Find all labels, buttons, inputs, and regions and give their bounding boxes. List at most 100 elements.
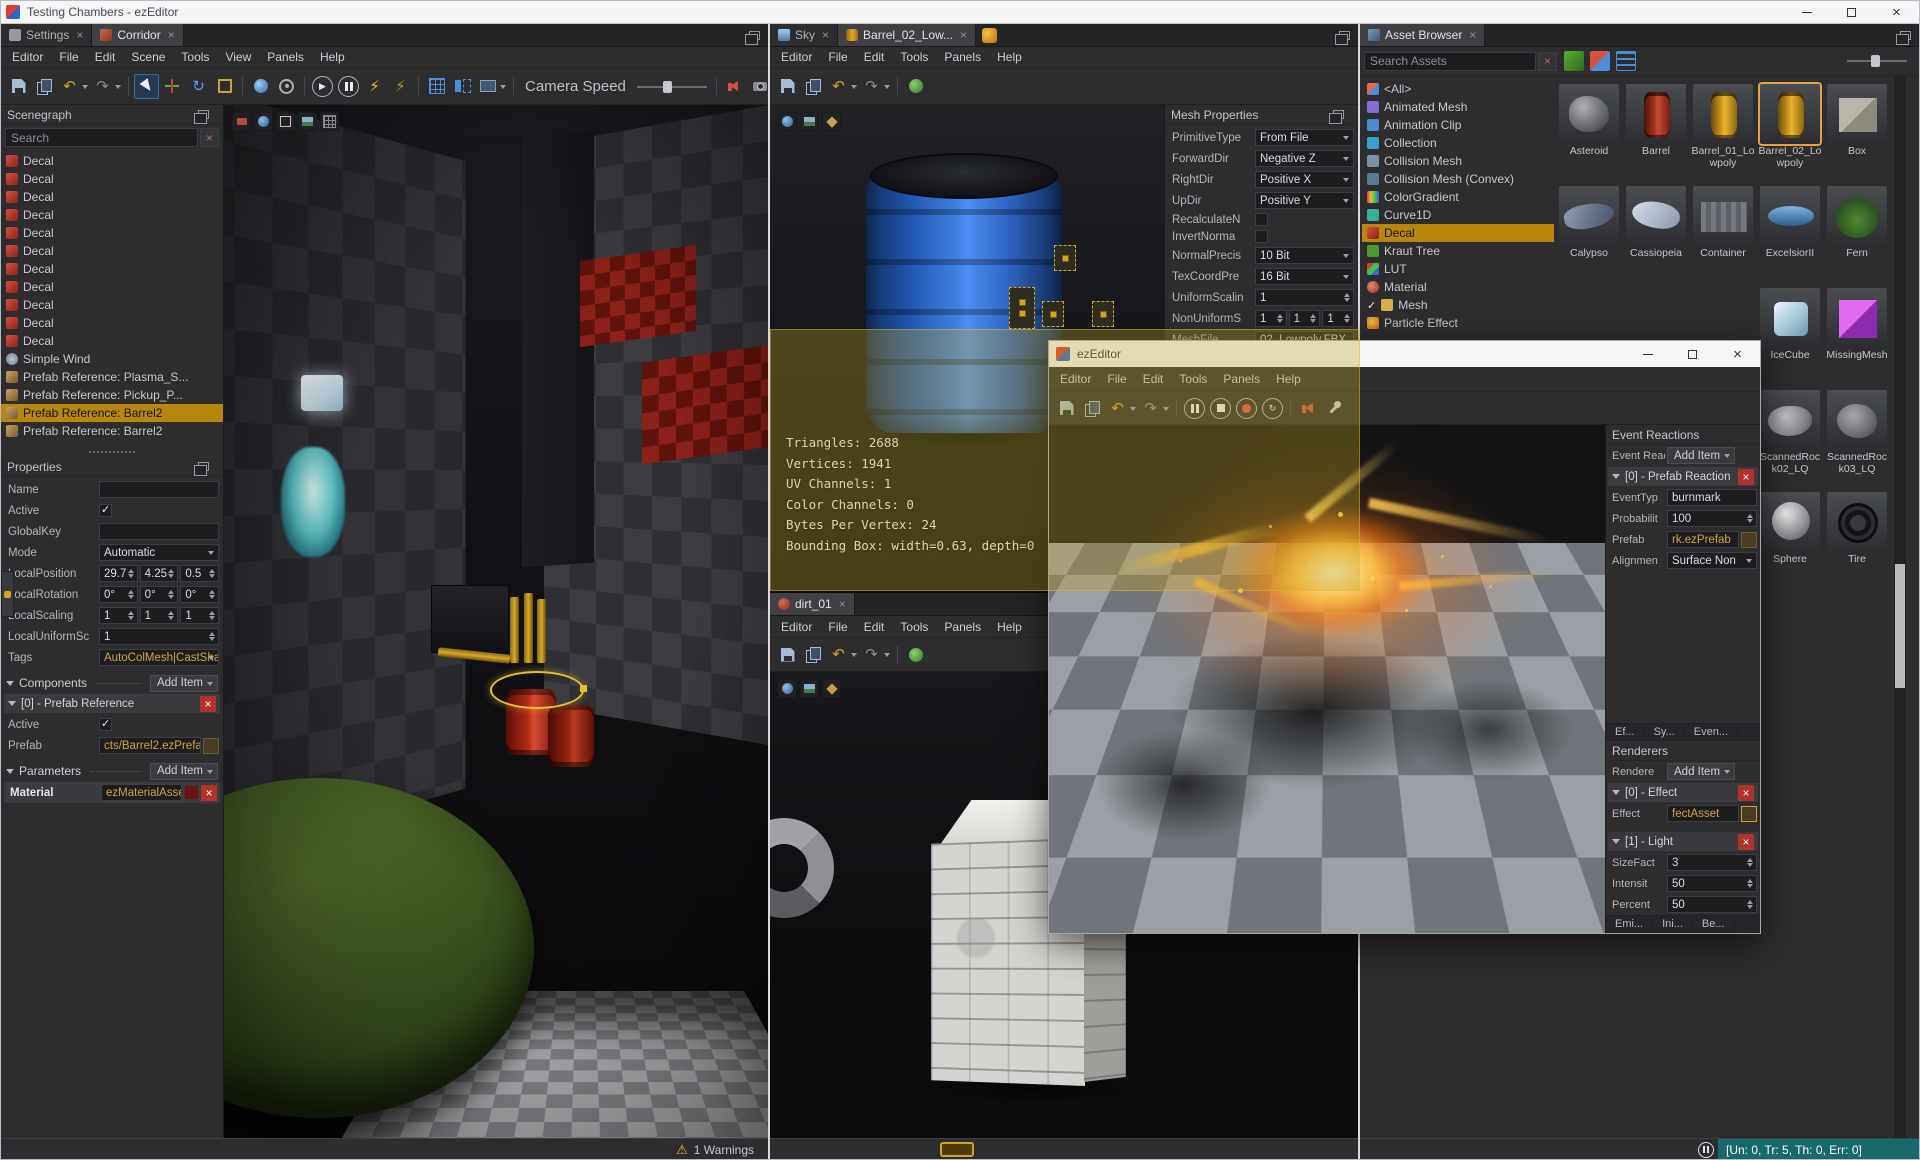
component-group-header[interactable]: [0] - Prefab Reference <box>4 694 220 713</box>
up-dir-dropdown[interactable]: Positive Y <box>1255 192 1354 209</box>
menu-item[interactable]: Tools <box>1171 369 1215 389</box>
rotation-y-field[interactable]: 0° <box>139 586 179 603</box>
Sphere[interactable]: Sphere <box>1758 492 1822 594</box>
minimize-button[interactable] <box>1784 1 1829 23</box>
uniform-scaling-field[interactable]: 1 <box>99 628 219 645</box>
undo-button[interactable]: ↶ <box>827 642 859 667</box>
redo-button[interactable]: ↷ <box>860 642 892 667</box>
restart-button[interactable]: ↻ <box>1262 397 1283 419</box>
renderer-group-effect[interactable]: [0] - Effect <box>1608 783 1758 802</box>
IceCube[interactable]: IceCube <box>1758 288 1822 390</box>
asset-type-item[interactable]: Decal <box>1362 224 1554 242</box>
scenegraph-item[interactable]: Decal <box>1 206 223 224</box>
nonuniform-x-field[interactable]: 1 <box>1255 310 1287 327</box>
parameters-section-header[interactable]: Parameters Add Item <box>2 761 222 781</box>
float-panel-icon[interactable] <box>194 462 209 476</box>
menu-item[interactable]: Tools <box>892 617 936 637</box>
scrollbar-thumb[interactable] <box>1895 564 1905 688</box>
menu-item[interactable]: Tools <box>173 47 217 67</box>
snap-settings-button[interactable] <box>274 74 299 99</box>
close-button[interactable] <box>1874 1 1919 23</box>
Asteroid[interactable]: Asteroid <box>1557 84 1621 186</box>
float-panel-icon[interactable] <box>1329 110 1344 124</box>
grid-toggle-button[interactable] <box>424 74 449 99</box>
rotation-z-field[interactable]: 0° <box>180 586 220 603</box>
save-button[interactable] <box>6 74 31 99</box>
browse-asset-button[interactable] <box>1741 531 1757 548</box>
ScannedRock03_LQ[interactable]: ScannedRock03_LQ <box>1825 390 1889 492</box>
floating-window-ezeditor[interactable]: ezEditor EditorFileEditToolsPanelsHelp ↶… <box>1048 340 1761 934</box>
tab-close-icon[interactable] <box>839 598 846 610</box>
thumbnail-icon[interactable] <box>800 112 819 131</box>
Barrel[interactable]: Barrel <box>1624 84 1688 186</box>
maximize-button[interactable] <box>1829 1 1874 23</box>
asset-type-item[interactable]: Mesh <box>1362 296 1554 314</box>
document-tab[interactable]: dirt_01 <box>770 593 855 615</box>
forward-dir-dropdown[interactable]: Negative Z <box>1255 150 1354 167</box>
minimize-button[interactable] <box>1625 341 1670 367</box>
position-z-field[interactable]: 0.5 <box>180 565 220 582</box>
recalculate-normals-checkbox[interactable] <box>1255 213 1268 226</box>
menu-item[interactable]: Editor <box>773 617 820 637</box>
save-button[interactable] <box>1054 396 1079 421</box>
asset-type-item[interactable]: <All> <box>1362 80 1554 98</box>
particle-viewport[interactable] <box>1049 425 1605 933</box>
scenegraph-item[interactable]: Prefab Reference: Plasma_S... <box>1 368 223 386</box>
Container[interactable]: Container <box>1691 186 1755 288</box>
invert-normals-checkbox[interactable] <box>1255 230 1268 243</box>
redo-button[interactable]: ↷ <box>860 74 892 99</box>
document-tab[interactable]: Corridor <box>92 24 184 46</box>
event-type-field[interactable]: burnmark <box>1667 489 1757 506</box>
mesh-icon[interactable] <box>822 679 841 698</box>
asset-grid-scrollbar[interactable] <box>1894 76 1906 1138</box>
alignment-dropdown[interactable]: Surface Non <box>1667 552 1757 569</box>
tags-dropdown[interactable]: AutoColMesh|CastShadow <box>99 649 219 666</box>
world-space-button[interactable] <box>248 74 273 99</box>
prefab-asset-field[interactable]: cts/Barrel2.ezPrefab <box>99 737 201 754</box>
menu-item[interactable]: Edit <box>856 47 893 67</box>
tab-close-icon[interactable] <box>76 29 83 41</box>
float-panel-icon[interactable] <box>745 30 760 45</box>
rotation-x-field[interactable]: 0° <box>99 586 138 603</box>
undo-button[interactable]: ↶ <box>827 74 859 99</box>
transform-button[interactable]: ⚡ <box>362 74 387 99</box>
menu-item[interactable]: Editor <box>1052 369 1099 389</box>
scenegraph-item[interactable]: Decal <box>1 242 223 260</box>
tab-close-icon[interactable] <box>822 29 829 41</box>
float-panel-icon[interactable] <box>1896 30 1911 45</box>
document-tab[interactable]: Sky <box>770 24 839 46</box>
active-checkbox[interactable] <box>99 503 112 517</box>
emitter-tab[interactable]: Ini... <box>1653 916 1693 932</box>
record-button[interactable] <box>1236 397 1257 419</box>
menu-item[interactable]: File <box>1099 369 1134 389</box>
add-renderer-button[interactable]: Add Item <box>1667 763 1736 780</box>
ScannedRock02_LQ[interactable]: ScannedRock02_LQ <box>1758 390 1822 492</box>
globe-icon[interactable] <box>254 112 273 131</box>
Box[interactable]: Box <box>1825 84 1889 186</box>
asset-type-item[interactable]: Animation Clip <box>1362 116 1554 134</box>
document-tab[interactable]: Settings <box>1 24 93 46</box>
material-asset-field[interactable]: ezMaterialAsset <box>101 784 182 801</box>
scenegraph-item[interactable]: Decal <box>1 152 223 170</box>
scenegraph-item[interactable]: Decal <box>1 224 223 242</box>
environment-icon[interactable] <box>778 112 797 131</box>
menu-item[interactable]: Panels <box>1215 369 1268 389</box>
mode-dropdown[interactable]: Automatic <box>99 544 219 561</box>
browse-asset-button[interactable] <box>203 737 219 754</box>
scenegraph-item[interactable]: Decal <box>1 332 223 350</box>
scene-viewport[interactable] <box>224 105 768 1138</box>
panel-tab[interactable]: Asset Browser <box>1360 24 1486 46</box>
scenegraph-item[interactable]: Decal <box>1 260 223 278</box>
menu-item[interactable]: Editor <box>4 47 51 67</box>
tab-close-icon[interactable] <box>1469 29 1476 41</box>
export-asset-button[interactable] <box>903 642 928 667</box>
intensity-field[interactable]: 50 <box>1667 875 1757 892</box>
mirror-toggle-button[interactable] <box>450 74 475 99</box>
scenegraph-item[interactable]: Decal <box>1 188 223 206</box>
menu-item[interactable]: Panels <box>936 47 989 67</box>
float-panel-icon[interactable] <box>1335 30 1350 45</box>
menu-item[interactable]: File <box>820 47 855 67</box>
camera-speed-slider[interactable] <box>633 74 711 99</box>
select-tool-button[interactable] <box>134 73 159 99</box>
thumbnail-icon[interactable] <box>800 679 819 698</box>
